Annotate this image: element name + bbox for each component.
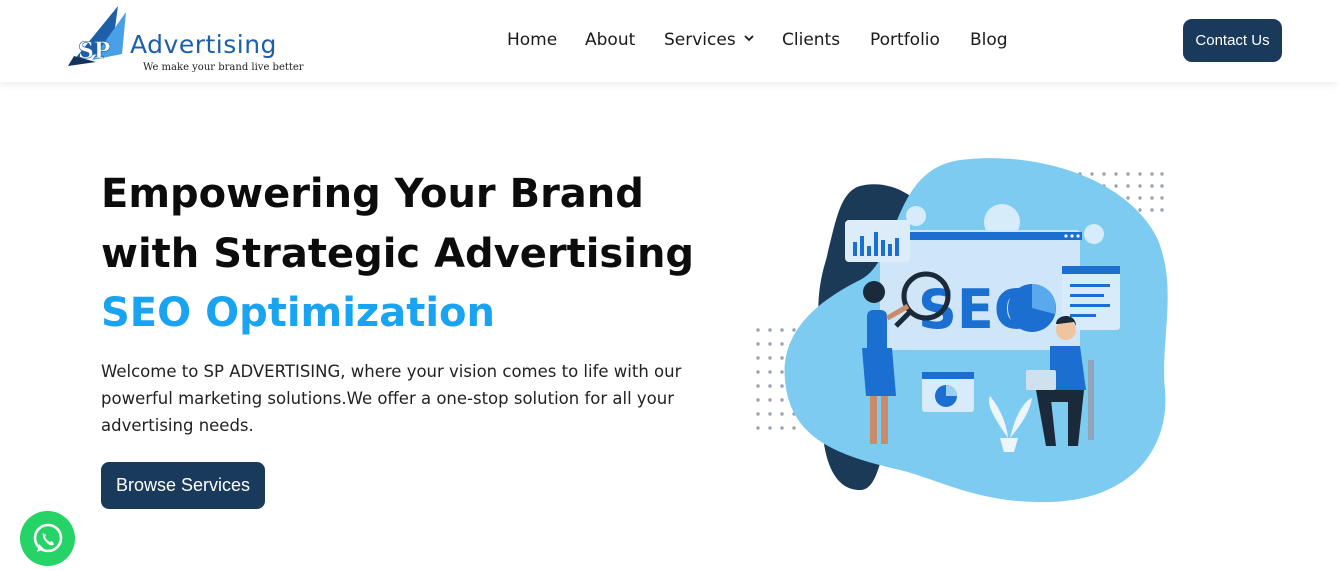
- brand-tagline: We make your brand live better: [143, 62, 304, 73]
- brand-name: Advertising: [130, 30, 277, 59]
- browse-services-button[interactable]: Browse Services: [101, 462, 265, 509]
- nav-home[interactable]: Home: [507, 30, 557, 50]
- seo-illustration: SEO: [756, 158, 1168, 503]
- nav-blog[interactable]: Blog: [970, 30, 1008, 50]
- nav-portfolio[interactable]: Portfolio: [870, 30, 940, 50]
- logo-initials: SP: [78, 38, 110, 64]
- nav-services[interactable]: Services: [664, 30, 755, 50]
- site-header: SP Advertising We make your brand live b…: [0, 0, 1338, 82]
- hero-rotating-text: SEO Optimization: [101, 290, 495, 336]
- chevron-down-icon: [744, 35, 754, 42]
- brand-logo[interactable]: SP Advertising We make your brand live b…: [66, 2, 306, 80]
- hero-title-line2: with Strategic Advertising: [101, 231, 695, 277]
- logo-mark-icon: SP: [68, 6, 126, 66]
- hero-title-line1: Empowering Your Brand: [101, 171, 644, 217]
- hero-title: Empowering Your Brand with Strategic Adv…: [101, 164, 721, 284]
- whatsapp-button[interactable]: [20, 511, 75, 566]
- whatsapp-icon: [33, 523, 62, 552]
- contact-us-button[interactable]: Contact Us: [1183, 19, 1282, 62]
- nav-about[interactable]: About: [585, 30, 635, 50]
- hero-description: Welcome to SP ADVERTISING, where your vi…: [101, 362, 682, 435]
- nav-clients[interactable]: Clients: [782, 30, 840, 50]
